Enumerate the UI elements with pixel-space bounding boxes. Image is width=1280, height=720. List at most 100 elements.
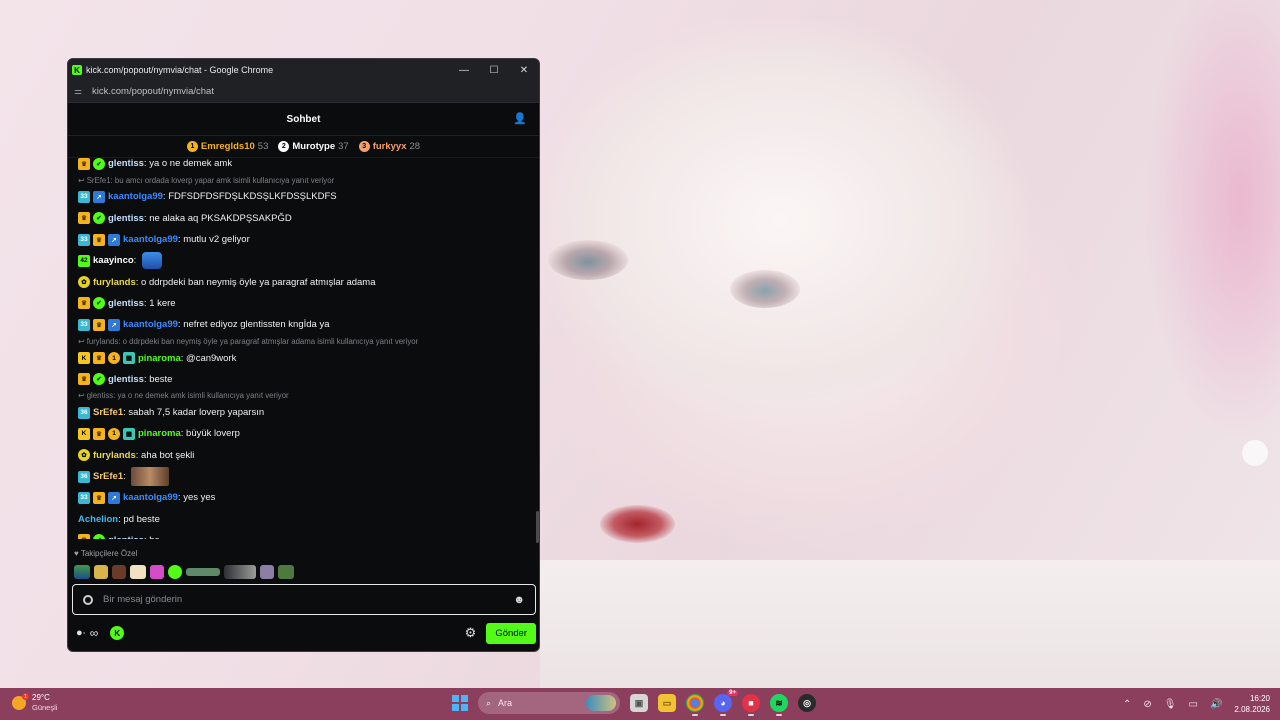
chat-message[interactable]: ♛✔glentiss: he [78,530,530,539]
chat-feed[interactable]: ♛ ✔ glentiss: ya o ne demek amk ↩ SrEfe1: b… [68,153,539,539]
username[interactable]: Achelion [78,514,118,525]
qr-badge-icon[interactable]: ▦ [123,352,135,365]
network-off-icon[interactable]: ⊘ [1143,699,1151,710]
emote-icon[interactable] [186,568,220,576]
username[interactable]: kaantolga99 [123,492,178,503]
crown-badge-icon[interactable]: ♛ [93,233,105,246]
leaderboard-user[interactable]: Murotype [292,141,335,152]
username[interactable]: glentiss [108,374,144,385]
chat-message[interactable]: 42 kaayinco: [78,250,530,271]
chat-message[interactable]: K ♛ 1 ▦ pinaroma: @can9work [78,347,530,368]
steam-icon[interactable]: ◎ [798,694,816,712]
reply-context[interactable]: ↩ furylands: o ddrpdeki ban neymiş öyle … [78,335,530,347]
spotify-icon[interactable]: ≋ [770,694,788,716]
chat-message[interactable]: ♛ ✔ glentiss: ne alaka aq PKSAKDPŞSAKPĞD [78,208,530,229]
infinity-icon[interactable]: ∞ [90,626,99,640]
chat-message[interactable]: 33 ♛ ↗ kaantolga99: yes yes [78,487,530,508]
chat-message[interactable]: Achelion: pd beste [78,508,530,529]
chat-message[interactable]: ✿ furylands: o ddrpdeki ban neymiş öyle y… [78,271,530,292]
username[interactable]: SrEfe1 [93,407,123,418]
chrome-icon[interactable] [686,694,704,716]
minimize-button[interactable]: — [449,59,479,81]
chat-message[interactable]: ♛ ✔ glentiss: 1 kere [78,293,530,314]
dragon-badge-icon[interactable]: ✿ [78,449,90,462]
username[interactable]: kaantolga99 [108,191,163,202]
crown-badge-icon[interactable]: ♛ [78,297,90,310]
emote-icon[interactable] [168,565,182,579]
chat-message[interactable]: ♛ ✔ glentiss: beste [78,369,530,390]
reply-context[interactable]: ↩ SrEfe1: bu amcı ordada loverp yapar am… [78,174,530,186]
chat-message[interactable]: 36 SrEfe1: sabah 7,5 kadar loverp yaparsı… [78,402,530,423]
weather-widget[interactable]: 1 29°C Güneşli [12,693,57,713]
emote-icon[interactable] [141,252,162,270]
emote-icon[interactable] [130,565,146,579]
chat-message[interactable]: 36 SrEfe1: [78,466,530,487]
app-red-icon[interactable]: ■ [742,694,760,716]
chat-message[interactable]: 33 ♛ ↗ kaantolga99: nefret ediyoz glentisst… [78,314,530,335]
x-badge-icon[interactable]: ↗ [108,491,120,504]
emote-icon[interactable] [112,565,126,579]
users-icon[interactable]: 👤 [513,112,527,125]
sub-badge-icon[interactable]: 36 [78,406,90,419]
chat-scrollbar[interactable] [536,511,539,543]
send-button[interactable]: Gönder [486,622,536,644]
one-badge-icon[interactable]: 1 [108,427,120,440]
green-badge-icon[interactable]: 42 [78,254,90,267]
sub-badge-icon[interactable]: 33 [78,318,90,331]
chat-message-input[interactable] [103,594,514,605]
verified-badge-icon[interactable]: ✔ [93,157,105,170]
crown-badge-icon[interactable]: ♛ [93,491,105,504]
crown-badge-icon[interactable]: ♛ [93,427,105,440]
crown-badge-icon[interactable]: ♛ [78,534,90,539]
username[interactable]: SrEfe1 [93,471,123,482]
sub-badge-icon[interactable]: 33 [78,233,90,246]
username[interactable]: kaantolga99 [123,319,178,330]
microphone-icon[interactable]: 🎙 [1164,699,1177,710]
start-button[interactable] [452,695,468,711]
emote-icon[interactable] [278,565,294,579]
chat-message[interactable]: K ♛ 1 ▦ pinaroma: büyük loverp [78,423,530,444]
emote-icon[interactable] [260,565,274,579]
verified-badge-icon[interactable]: ✔ [93,212,105,225]
task-view-icon[interactable]: ▣ [630,694,648,712]
reply-context[interactable]: ↩ glentiss: ya o ne demek amk isimli kul… [78,390,530,402]
dragon-badge-icon[interactable]: ✿ [78,276,90,289]
sub-badge-icon[interactable]: 36 [78,470,90,483]
leaderboard-entry[interactable]: 2 Murotype 37 [278,141,349,152]
x-badge-icon[interactable]: ↗ [93,190,105,203]
crown-badge-icon[interactable]: ♛ [78,212,90,225]
kick-badge-icon[interactable]: K [78,427,90,440]
emoji-icon[interactable]: ☻ [513,594,525,606]
chat-message[interactable]: ♛ ✔ glentiss: ya o ne demek amk [78,153,530,174]
username[interactable]: glentiss [108,213,144,224]
verified-badge-icon[interactable]: ✔ [93,297,105,310]
close-button[interactable]: ✕ [509,59,539,81]
discord-icon[interactable]: ◕ 9+ [714,690,738,716]
leaderboard-user[interactable]: Emreglds10 [201,141,255,152]
site-settings-icon[interactable]: ⚌ [74,86,86,97]
crown-badge-icon[interactable]: ♛ [93,318,105,331]
clock[interactable]: 16:20 2.08.2026 [1234,693,1270,715]
chat-message[interactable]: 33 ↗ kaantolga99: FDFSDFDSFDŞLKDSŞLKFDSŞLK… [78,186,530,207]
one-badge-icon[interactable]: 1 [108,352,120,365]
leaderboard-entry[interactable]: 1 Emreglds10 53 [186,141,268,152]
username[interactable]: pinaroma [138,353,181,364]
chat-input-box[interactable]: ☻ [72,584,536,615]
emote-icon[interactable] [94,565,108,579]
kick-badge-icon[interactable]: K [78,352,90,365]
crown-badge-icon[interactable]: ♛ [78,373,90,386]
verified-badge-icon[interactable]: ✔ [93,534,105,539]
username[interactable]: furylands [93,450,136,461]
sub-badge-icon[interactable]: 33 [78,491,90,504]
maximize-button[interactable]: ☐ [479,59,509,81]
chat-message[interactable]: ✿ furylands: aha bot şekli [78,445,530,466]
username[interactable]: kaayinco [93,255,134,266]
x-badge-icon[interactable]: ↗ [108,318,120,331]
file-explorer-icon[interactable]: ▭ [658,694,676,712]
taskbar-search[interactable]: ⌕ Ara [478,692,620,714]
emote-icon[interactable] [74,565,90,579]
username[interactable]: furylands [93,277,136,288]
verified-badge-icon[interactable]: ✔ [93,373,105,386]
emote-image-icon[interactable] [131,467,170,486]
x-badge-icon[interactable]: ↗ [108,233,120,246]
